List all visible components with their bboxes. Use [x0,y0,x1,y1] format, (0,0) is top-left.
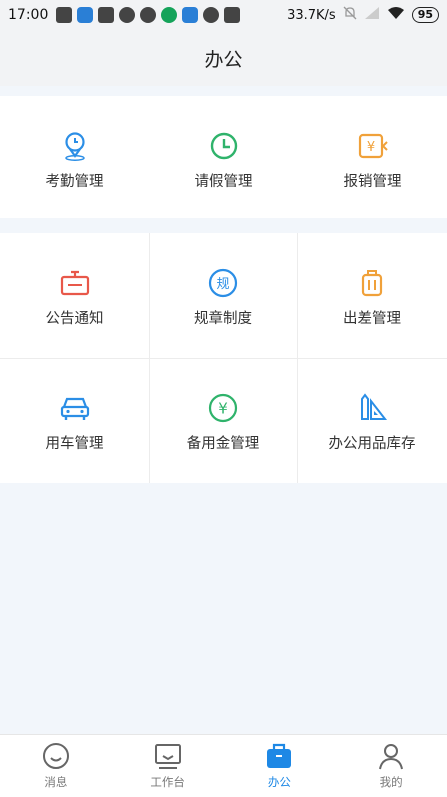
trash-icon [56,7,73,23]
business-trip-button[interactable]: 出差管理 [297,267,447,328]
tab-messages[interactable]: 消息 [0,735,112,797]
browser-icon [182,7,199,23]
reimbursement-management-button[interactable]: ¥ 报销管理 [298,130,447,191]
car-icon [60,397,89,420]
vehicle-management-button[interactable]: 用车管理 [0,392,149,453]
download-icon [224,7,241,23]
status-notification-icons [56,7,241,23]
monitor-icon [154,744,181,769]
check-circle-icon [119,7,136,23]
svg-text:¥: ¥ [366,140,374,155]
battery-indicator: 95 [411,7,439,23]
clock-icon [210,132,237,160]
rules-button[interactable]: 规 规章制度 [149,267,297,328]
reimburse-icon: ¥ [358,133,388,159]
attendance-label: 考勤管理 [45,174,104,190]
divider [0,358,447,359]
app-notification-icon [77,7,94,23]
tab-office[interactable]: 办公 [224,735,336,797]
person-icon [379,744,404,770]
office-supplies-label: 办公用品库存 [328,436,416,452]
announcement-button[interactable]: 公告通知 [0,267,149,328]
tab-mine[interactable]: 我的 [335,735,447,797]
page-title: 办公 [204,48,243,71]
attendance-section: 考勤管理 请假管理 ¥ 报销管理 [0,96,447,218]
yuan-coin-icon: ¥ [208,393,238,423]
clipboard-icon [98,7,115,23]
attendance-management-button[interactable]: 考勤管理 [0,130,149,191]
wechat-icon [161,7,178,23]
status-right: 33.7K/s 95 [287,6,439,24]
signal-icon [364,6,380,24]
tab-mine-label: 我的 [379,775,403,789]
tab-workbench-label: 工作台 [150,775,185,789]
leave-management-button[interactable]: 请假管理 [149,130,298,191]
svg-text:¥: ¥ [218,400,228,418]
page-header: 办公 [0,30,447,86]
rules-icon: 规 [208,268,238,298]
tab-messages-label: 消息 [44,775,68,789]
reimbursement-label: 报销管理 [343,174,402,190]
briefcase-icon [267,743,292,768]
office-supplies-button[interactable]: 办公用品库存 [297,392,447,453]
petty-cash-button[interactable]: ¥ 备用金管理 [149,392,297,453]
wifi-icon [387,6,405,24]
office-functions-section: 公告通知 规 规章制度 出差管理 用车管理 ¥ 备用金管理 办公用品库存 [0,233,447,483]
rules-label: 规章制度 [194,311,252,327]
vehicle-label: 用车管理 [45,436,104,452]
tab-workbench[interactable]: 工作台 [112,735,224,797]
stationery-icon [361,393,388,420]
tab-office-label: 办公 [267,775,291,789]
mute-icon [343,6,357,24]
chat-bubble-icon [203,7,220,23]
luggage-icon [361,270,383,297]
cloud-icon [140,7,157,23]
location-pin-icon [64,132,85,161]
petty-cash-label: 备用金管理 [186,436,260,452]
notice-board-icon [60,270,89,296]
status-time: 17:00 [8,7,49,23]
announcement-label: 公告通知 [45,311,104,327]
message-face-icon [42,743,69,769]
leave-label: 请假管理 [194,174,253,190]
bottom-tab-bar: 消息 工作台 办公 我的 [0,734,447,797]
network-speed: 33.7K/s [287,7,336,23]
svg-text:规: 规 [216,277,229,292]
business-trip-label: 出差管理 [343,311,401,327]
status-bar: 17:00 33.7K/s 95 [0,0,447,30]
